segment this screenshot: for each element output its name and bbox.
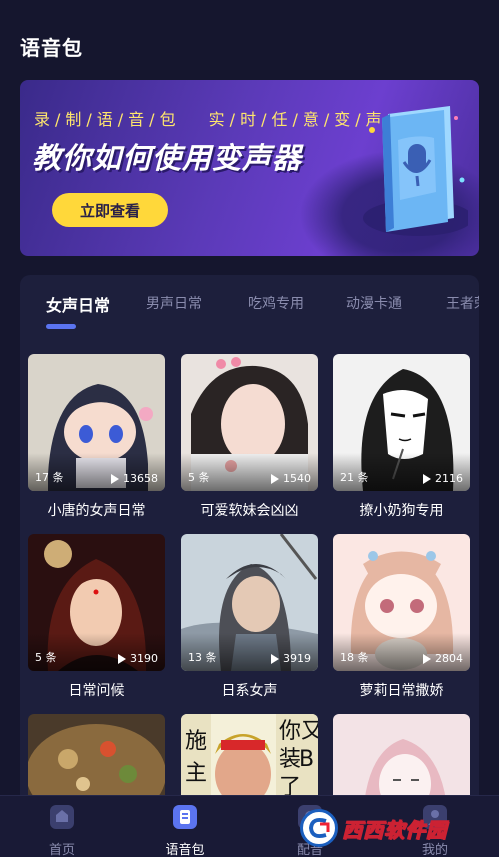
card-thumbnail: 13 条 3919 <box>181 534 318 671</box>
site-watermark: 西西软件园 <box>300 808 484 848</box>
banner-subtitle: 录/制/语/音/包 实/时/任/意/变/声 <box>34 106 387 130</box>
voice-pack-card[interactable]: 17 条 13658 小唐的女声日常 <box>28 354 165 520</box>
card-title: 日系女声 <box>221 683 278 699</box>
card-thumbnail: 5 条 3190 <box>28 534 165 671</box>
play-count-value: 3190 <box>130 652 158 665</box>
play-icon <box>423 653 431 664</box>
play-count-value: 3919 <box>283 652 311 665</box>
play-count: 3919 <box>271 652 311 665</box>
play-count-value: 13658 <box>123 472 158 485</box>
play-count: 13658 <box>111 472 158 485</box>
play-count: 2804 <box>423 652 463 665</box>
play-count-value: 1540 <box>283 472 311 485</box>
voice-pack-icon <box>173 805 197 829</box>
play-icon <box>111 473 119 484</box>
svg-text:主: 主 <box>185 761 207 786</box>
card-thumbnail: 17 条 13658 <box>28 354 165 491</box>
nav-home[interactable]: 首页 <box>22 804 102 857</box>
svg-text:又: 又 <box>301 719 318 744</box>
item-count: 13 条 <box>188 651 217 664</box>
banner-subtitle-left: 录/制/语/音/包 <box>34 110 181 129</box>
page-title: 语音包 <box>20 36 83 60</box>
card-title: 日常问候 <box>68 683 125 699</box>
card-title: 撩小奶狗专用 <box>359 503 444 519</box>
svg-text:装: 装 <box>279 747 301 772</box>
item-count: 5 条 <box>35 651 57 664</box>
svg-text:你: 你 <box>279 719 301 744</box>
nav-home-label: 首页 <box>48 843 75 857</box>
tab-male-daily[interactable]: 男声日常 <box>146 293 202 313</box>
play-count-value: 2804 <box>435 652 463 665</box>
card-title: 可爱软妹会凶凶 <box>200 503 299 519</box>
play-count: 1540 <box>271 472 311 485</box>
item-count: 18 条 <box>340 651 369 664</box>
app-screen: 语音包 录/制/语/音/包 实/时/任/意/变/声 教你如何使用变声器 立即查看… <box>0 0 499 857</box>
tab-anime[interactable]: 动漫卡通 <box>346 293 402 313</box>
voice-pack-card[interactable]: 21 条 2116 撩小奶狗专用 <box>333 354 470 520</box>
nav-voice-pack-label: 语音包 <box>165 843 205 857</box>
voice-pack-card[interactable]: 18 条 2804 萝莉日常撒娇 <box>333 534 470 700</box>
tab-honor-of-kings[interactable]: 王者荣 <box>446 293 479 313</box>
voice-pack-card[interactable]: 5 条 1540 可爱软妹会凶凶 <box>181 354 318 520</box>
category-tabs: 女声日常 男声日常 吃鸡专用 动漫卡通 王者荣 <box>20 293 479 333</box>
card-thumbnail: 5 条 1540 <box>181 354 318 491</box>
tab-pubg[interactable]: 吃鸡专用 <box>248 293 304 313</box>
voice-pack-card[interactable]: 13 条 3919 日系女声 <box>181 534 318 700</box>
svg-text:B: B <box>299 747 314 772</box>
item-count: 17 条 <box>35 471 64 484</box>
svg-text:施: 施 <box>185 729 207 754</box>
card-title: 萝莉日常撒娇 <box>359 683 444 699</box>
watermark-logo-icon <box>300 809 338 847</box>
play-icon <box>423 473 431 484</box>
card-thumbnail: 18 条 2804 <box>333 534 470 671</box>
banner-title: 教你如何使用变声器 <box>32 141 303 175</box>
play-count: 2116 <box>423 472 463 485</box>
voice-pack-card[interactable]: 5 条 3190 日常问候 <box>28 534 165 700</box>
item-count: 21 条 <box>340 471 369 484</box>
card-title: 小唐的女声日常 <box>47 503 146 519</box>
play-count: 3190 <box>118 652 158 665</box>
active-tab-indicator <box>46 324 76 329</box>
voice-book-icon <box>363 106 468 236</box>
play-count-value: 2116 <box>435 472 463 485</box>
promo-banner[interactable]: 录/制/语/音/包 实/时/任/意/变/声 教你如何使用变声器 立即查看 <box>20 80 479 256</box>
home-icon <box>50 805 74 829</box>
play-icon <box>271 653 279 664</box>
nav-voice-pack[interactable]: 语音包 <box>145 804 225 857</box>
card-thumbnail: 21 条 2116 <box>333 354 470 491</box>
item-count: 5 条 <box>188 471 210 484</box>
play-icon <box>118 653 126 664</box>
watermark-text: 西西软件园 <box>342 817 447 842</box>
tab-female-daily[interactable]: 女声日常 <box>46 293 110 316</box>
play-icon <box>271 473 279 484</box>
view-now-button[interactable]: 立即查看 <box>52 193 168 227</box>
